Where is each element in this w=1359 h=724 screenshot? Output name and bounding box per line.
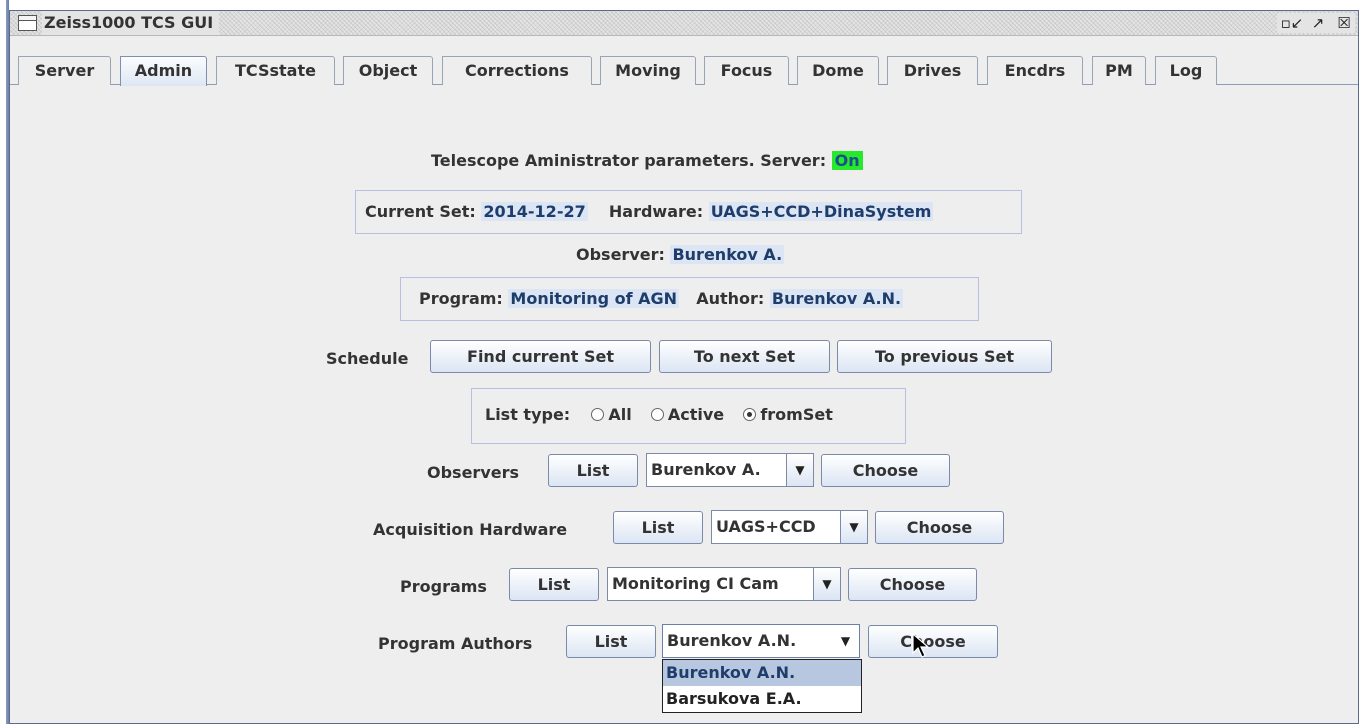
tab-encdrs[interactable]: Encdrs (987, 56, 1083, 85)
author-value: Burenkov A.N. (769, 289, 904, 308)
current-set-line: Current Set: 2014-12-27 Hardware: UAGS+C… (365, 202, 934, 222)
authors-row-label: Program Authors (378, 634, 533, 653)
tab-corrections[interactable]: Corrections (442, 56, 592, 85)
radio-fromset-label: fromSet (760, 405, 833, 424)
tab-pm[interactable]: PM (1092, 56, 1146, 85)
tab-drives[interactable]: Drives (887, 56, 978, 85)
authors-combo-value: Burenkov A.N. (667, 631, 797, 650)
radio-fromset[interactable]: fromSet (743, 405, 833, 424)
tab-tcsstate[interactable]: TCSstate (216, 56, 335, 85)
to-next-set-button[interactable]: To next Set (659, 340, 830, 373)
observer-value: Burenkov A. (670, 245, 785, 264)
hardware-choose-button[interactable]: Choose (875, 511, 1004, 544)
maximize-icon[interactable]: ↗ (1307, 13, 1329, 33)
find-current-set-button[interactable]: Find current Set (430, 340, 651, 373)
observer-label: Observer: (576, 245, 665, 264)
programs-combo[interactable]: Monitoring CI Cam ▼ (607, 567, 841, 601)
iconify-icon[interactable]: ▫↙ (1281, 13, 1304, 33)
admin-panel: Telescope Aministrator parameters. Serve… (10, 86, 1358, 724)
title-bar[interactable]: Zeiss1000 TCS GUI ▫↙ ↗ ☒ (10, 11, 1358, 36)
schedule-label: Schedule (326, 349, 409, 368)
program-value: Monitoring of AGN (508, 289, 680, 308)
tab-moving[interactable]: Moving (600, 56, 696, 85)
observers-combo[interactable]: Burenkov A. ▼ (646, 453, 814, 487)
hardware-value: UAGS+CCD+DinaSystem (708, 202, 934, 221)
window-title: Zeiss1000 TCS GUI (42, 11, 220, 35)
radio-fromset-icon (743, 408, 757, 421)
radio-active-icon (650, 408, 664, 421)
list-type-line: List type: All Active fromSet (485, 405, 833, 425)
authors-combo[interactable]: Burenkov A.N. ▼ (662, 624, 860, 658)
dropdown-option[interactable]: Barsukova E.A. (663, 686, 861, 712)
tab-focus[interactable]: Focus (704, 56, 789, 85)
observers-combo-value: Burenkov A. (651, 460, 761, 479)
chevron-down-icon[interactable]: ▼ (832, 625, 859, 657)
program-label: Program: (419, 289, 503, 308)
authors-dropdown-list: Burenkov A.N. Barsukova E.A. (662, 659, 862, 713)
program-line: Program: Monitoring of AGN Author: Buren… (419, 289, 904, 309)
admin-header: Telescope Aministrator parameters. Serve… (431, 151, 863, 171)
current-set-label: Current Set: (365, 202, 476, 221)
tab-dome[interactable]: Dome (797, 56, 879, 85)
programs-combo-value: Monitoring CI Cam (612, 574, 779, 593)
author-label: Author: (696, 289, 765, 308)
tab-object[interactable]: Object (343, 56, 433, 85)
left-frame-edge (0, 0, 9, 724)
authors-list-button[interactable]: List (566, 625, 656, 658)
radio-active[interactable]: Active (650, 405, 725, 424)
app-window: Zeiss1000 TCS GUI ▫↙ ↗ ☒ Server Admin TC… (9, 10, 1359, 724)
authors-choose-button[interactable]: Choose (868, 625, 998, 658)
tab-server[interactable]: Server (18, 56, 111, 85)
programs-list-button[interactable]: List (509, 568, 599, 601)
radio-all-label: All (608, 405, 632, 424)
tab-admin[interactable]: Admin (120, 56, 207, 86)
tab-bar: Server Admin TCSstate Object Corrections… (10, 56, 1358, 86)
observers-list-button[interactable]: List (548, 454, 638, 487)
hardware-list-button[interactable]: List (613, 511, 703, 544)
observers-choose-button[interactable]: Choose (821, 454, 950, 487)
chevron-down-icon[interactable]: ▼ (813, 568, 840, 600)
hardware-label: Hardware: (608, 202, 704, 221)
radio-all[interactable]: All (591, 405, 632, 424)
hardware-row-label: Acquisition Hardware (373, 520, 568, 539)
admin-header-text: Telescope Aministrator parameters. Serve… (431, 151, 827, 170)
observer-line: Observer: Burenkov A. (576, 245, 785, 265)
list-type-label: List type: (485, 405, 571, 424)
current-set-value: 2014-12-27 (481, 202, 588, 221)
tab-log[interactable]: Log (1155, 56, 1217, 85)
radio-all-icon (591, 408, 605, 421)
chevron-down-icon[interactable]: ▼ (840, 511, 867, 543)
dropdown-option[interactable]: Burenkov A.N. (663, 660, 861, 686)
programs-row-label: Programs (400, 577, 487, 596)
to-previous-set-button[interactable]: To previous Set (837, 340, 1052, 373)
hardware-combo-value: UAGS+CCD (716, 517, 816, 536)
radio-active-label: Active (667, 405, 725, 424)
window-controls: ▫↙ ↗ ☒ (1277, 13, 1355, 33)
mouse-pointer-icon (912, 633, 930, 658)
server-status-badge: On (831, 151, 863, 170)
window-app-icon (18, 15, 37, 31)
observers-label: Observers (427, 463, 520, 482)
hardware-combo[interactable]: UAGS+CCD ▼ (711, 510, 868, 544)
close-icon[interactable]: ☒ (1333, 13, 1355, 33)
programs-choose-button[interactable]: Choose (848, 568, 977, 601)
chevron-down-icon[interactable]: ▼ (786, 454, 813, 486)
